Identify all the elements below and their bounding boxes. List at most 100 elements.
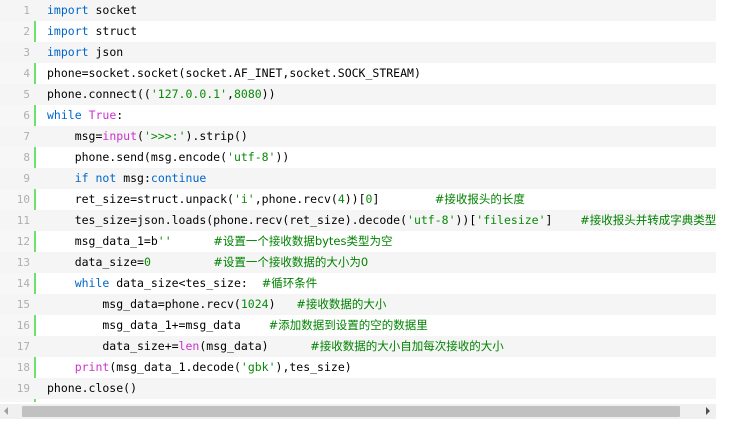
code-token: #设置一个接收数据bytes类型为空: [213, 234, 393, 248]
code-token: msg_data=phone.recv(: [47, 297, 241, 311]
code-text: data_size+=len(msg_data) #接收数据的大小自加每次接收的…: [47, 339, 504, 354]
horizontal-scrollbar[interactable]: [0, 404, 716, 419]
code-token: phone=socket.socket(socket.AF_INET,socke…: [47, 66, 421, 80]
code-token: 0: [143, 255, 151, 269]
code-token: ).strip(): [185, 129, 248, 143]
code-token: socket: [88, 3, 138, 17]
code-token: #接收数据的大小自加每次接收的大小: [310, 339, 504, 353]
code-token: '127.0.0.1': [150, 87, 228, 101]
code-token: '>>>:': [143, 129, 186, 143]
code-token: while: [47, 108, 82, 122]
code-line: 10 ret_size=struct.unpack('i',phone.recv…: [0, 189, 716, 210]
code-token: continue: [150, 171, 207, 185]
code-token: )): [275, 150, 290, 164]
code-text: ret_size=struct.unpack('i',phone.recv(4)…: [47, 192, 525, 207]
code-block: 1 import socket 2 import struct 3 import json…: [0, 0, 716, 402]
code-token: while: [74, 276, 110, 290]
code-line: 13 data_size=0 #设置一个接收数据的大小为0: [0, 252, 716, 273]
code-line: 16 msg_data_1+=msg_data #添加数据到设置的空的数据里: [0, 315, 716, 336]
code-token: ))[: [455, 213, 477, 227]
code-token: ),tes_size): [275, 360, 352, 374]
line-number: 8: [23, 151, 30, 164]
code-token: '': [157, 234, 172, 248]
code-token: msg=: [47, 129, 103, 143]
line-number: 7: [23, 130, 30, 143]
code-token: 8080: [233, 87, 262, 101]
code-line: 1 import socket: [0, 0, 716, 21]
code-text: msg_data_1+=msg_data #添加数据到设置的空的数据里: [47, 318, 428, 333]
triangle-right-icon[interactable]: [706, 407, 710, 415]
code-token: #接收数据的大小: [296, 297, 387, 311]
line-number: 2: [23, 25, 30, 38]
code-text: if not msg:continue: [47, 171, 207, 186]
code-line: 8 phone.send(msg.encode('utf-8')): [0, 147, 716, 168]
code-token: not: [95, 171, 117, 185]
code-token: (: [137, 129, 144, 143]
code-token: msg_data_1+=msg_data: [47, 318, 269, 332]
code-token: if: [74, 171, 89, 185]
code-token: )): [261, 87, 276, 101]
code-text: print(msg_data_1.decode('gbk'),tes_size): [47, 360, 352, 375]
line-number: 5: [23, 88, 30, 101]
scrollbar-thumb[interactable]: [22, 406, 680, 417]
code-text: while data_size<tes_size: #循环条件: [47, 276, 318, 291]
line-number: 6: [23, 109, 30, 122]
code-line: 7 msg=input('>>>:').strip(): [0, 126, 716, 147]
code-text: import socket: [47, 3, 137, 18]
code-line: 3 import json: [0, 42, 716, 63]
code-token: import: [47, 3, 89, 17]
code-text: phone.close(): [47, 381, 137, 396]
code-line: 14 while data_size<tes_size: #循环条件: [0, 273, 716, 294]
code-line: 18 print(msg_data_1.decode('gbk'),tes_si…: [0, 357, 716, 378]
line-number: 12: [16, 235, 30, 248]
code-token: data_size=: [47, 255, 144, 269]
code-token: #添加数据到设置的空的数据里: [268, 318, 428, 332]
line-number: 1: [23, 4, 30, 17]
line-number: 18: [16, 361, 30, 374]
code-token: len: [178, 339, 200, 353]
code-token: (msg_data_1.decode(: [109, 360, 241, 374]
code-line: 19 phone.close(): [0, 378, 716, 399]
code-text: import struct: [47, 24, 137, 39]
code-token: 'gbk': [240, 360, 276, 374]
line-number: 19: [16, 382, 30, 395]
code-token: ret_size=struct.unpack(: [47, 192, 234, 206]
code-text: while True:: [47, 108, 123, 123]
line-number: 13: [16, 256, 30, 269]
code-token: :: [116, 108, 124, 122]
code-line: 11 tes_size=json.loads(phone.recv(ret_si…: [0, 210, 716, 231]
code-text: phone.send(msg.encode('utf-8')): [47, 150, 290, 165]
code-line: 4 phone=socket.socket(socket.AF_INET,sock…: [0, 63, 716, 84]
code-token: ,phone.recv(: [254, 192, 338, 206]
code-line: 15 msg_data=phone.recv(1024) #接收数据的大小: [0, 294, 716, 315]
code-line: 9 if not msg:continue: [0, 168, 716, 189]
code-token: ,: [227, 87, 234, 101]
code-token: tes_size=json.loads(phone.recv(ret_size)…: [47, 213, 408, 227]
code-token: msg:: [116, 171, 151, 185]
line-number: 15: [16, 298, 30, 311]
code-token: 1024: [240, 297, 269, 311]
code-text: phone=socket.socket(socket.AF_INET,socke…: [47, 66, 421, 81]
code-token: json: [88, 45, 124, 59]
triangle-left-icon[interactable]: [4, 407, 8, 415]
code-token: 'filesize': [476, 213, 546, 227]
code-token: import: [47, 45, 89, 59]
code-token: data_size+=: [47, 339, 179, 353]
code-token: ))[: [344, 192, 366, 206]
code-token: 'utf-8': [227, 150, 276, 164]
code-line: 6 while True:: [0, 105, 716, 126]
code-token: 4: [337, 192, 345, 206]
code-token: #循环条件: [261, 276, 318, 290]
line-number: 9: [23, 172, 30, 185]
code-token: ): [268, 297, 297, 311]
code-token: data_size<tes_size:: [109, 276, 262, 290]
code-token: struct: [88, 24, 138, 38]
code-token: input: [102, 129, 138, 143]
code-line: 5 phone.connect(('127.0.0.1',8080)): [0, 84, 716, 105]
code-text: tes_size=json.loads(phone.recv(ret_size)…: [47, 213, 716, 228]
code-token: print: [74, 360, 110, 374]
